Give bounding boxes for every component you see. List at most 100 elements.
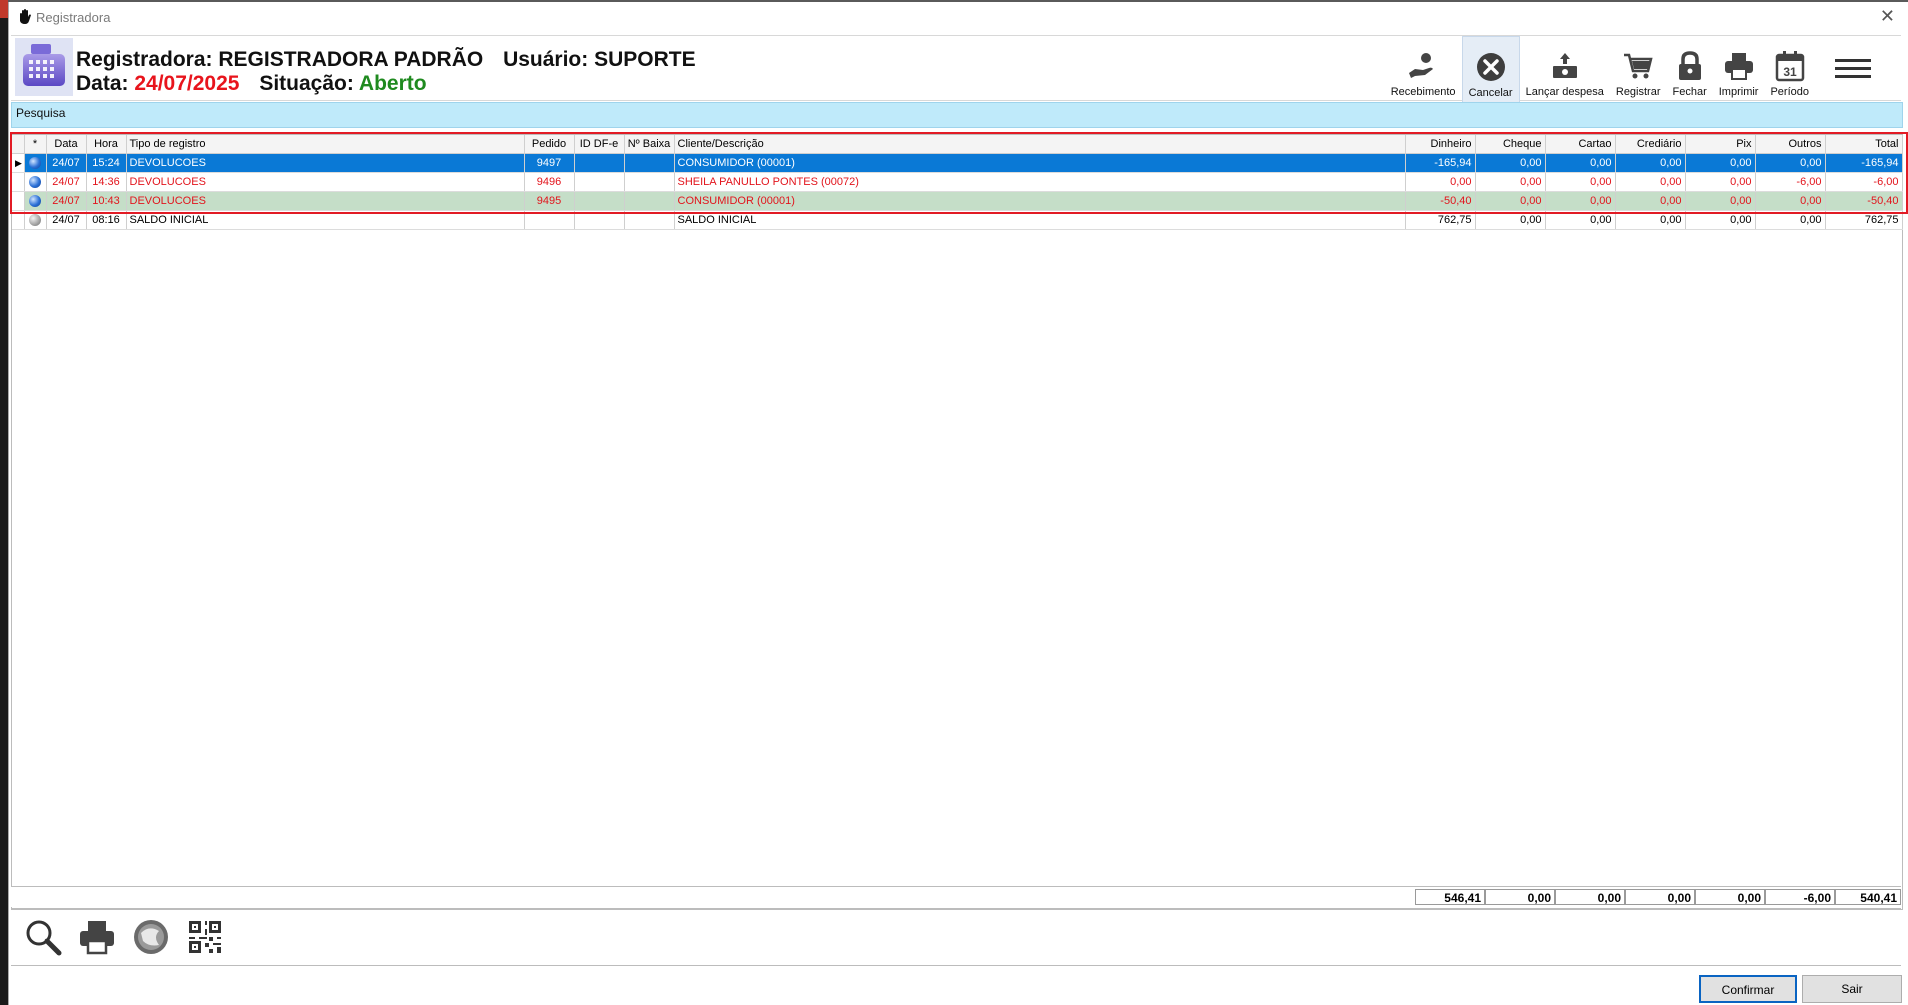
col-cliente[interactable]: Cliente/Descrição bbox=[674, 135, 1406, 154]
hand-coin-icon bbox=[1406, 48, 1440, 84]
table-row[interactable]: ▶ 24/07 15:24 DEVOLUCOES 9497 CONSUMIDOR… bbox=[12, 153, 1903, 173]
recebimento-button[interactable]: Recebimento bbox=[1385, 36, 1462, 102]
lancar-despesa-button[interactable]: Lançar despesa bbox=[1520, 36, 1610, 102]
cell-baixa bbox=[624, 172, 675, 192]
cell-outros: 0,00 bbox=[1755, 191, 1826, 211]
col-total[interactable]: Total bbox=[1825, 135, 1903, 154]
cell-pix: 0,00 bbox=[1685, 172, 1756, 192]
toolbar: Recebimento Cancelar Lançar despesa Regi… bbox=[1385, 36, 1871, 104]
col-pix[interactable]: Pix bbox=[1685, 135, 1756, 154]
registradora-window: Registradora ✕ Registradora: REGISTRADOR… bbox=[8, 2, 1908, 1005]
lancar-despesa-label: Lançar despesa bbox=[1525, 86, 1604, 98]
cancel-circle-icon bbox=[1474, 49, 1508, 85]
register-name: REGISTRADORA PADRÃO bbox=[218, 48, 484, 71]
printer-icon[interactable] bbox=[77, 917, 117, 957]
fechar-button[interactable]: Fechar bbox=[1667, 36, 1713, 102]
background-window-marker bbox=[0, 0, 8, 18]
totals-footer: 546,41 0,00 0,00 0,00 0,00 -6,00 540,41 bbox=[11, 886, 1901, 907]
date-value: 24/07/2025 bbox=[134, 72, 240, 95]
recebimento-label: Recebimento bbox=[1390, 86, 1456, 98]
col-outros[interactable]: Outros bbox=[1755, 135, 1826, 154]
records-table: * Data Hora Tipo de registro Pedido ID D… bbox=[12, 135, 1903, 230]
cell-cheque: 0,00 bbox=[1475, 191, 1546, 211]
date-label: Data: bbox=[76, 72, 129, 95]
status-value: Aberto bbox=[358, 72, 427, 95]
periodo-button[interactable]: 31 Período bbox=[1764, 36, 1815, 102]
row-indicator bbox=[12, 191, 25, 211]
cell-cliente: SALDO INICIAL bbox=[674, 210, 1406, 230]
search-icon[interactable] bbox=[23, 917, 63, 957]
sair-button[interactable]: Sair bbox=[1802, 975, 1902, 1003]
col-status[interactable]: * bbox=[24, 135, 47, 154]
col-tipo[interactable]: Tipo de registro bbox=[126, 135, 525, 154]
confirmar-button[interactable]: Confirmar bbox=[1699, 975, 1797, 1003]
table-row[interactable]: 24/07 08:16 SALDO INICIAL SALDO INICIAL … bbox=[12, 210, 1903, 230]
app-hand-icon bbox=[17, 8, 35, 26]
col-pedido[interactable]: Pedido bbox=[524, 135, 575, 154]
total-crediario: 0,00 bbox=[1625, 889, 1695, 905]
calendar-day: 31 bbox=[1783, 65, 1797, 79]
row-pointer-icon: ▶ bbox=[12, 153, 25, 173]
cell-id-dfe bbox=[574, 153, 625, 173]
cell-hora: 14:36 bbox=[86, 172, 127, 192]
cell-hora: 15:24 bbox=[86, 153, 127, 173]
user-name: SUPORTE bbox=[594, 48, 696, 71]
status-dot-icon bbox=[24, 172, 47, 192]
cell-id-dfe bbox=[574, 172, 625, 192]
cell-id-dfe bbox=[574, 210, 625, 230]
cash-expense-icon bbox=[1548, 48, 1582, 84]
cell-dinheiro: -50,40 bbox=[1405, 191, 1476, 211]
window-close-icon[interactable]: ✕ bbox=[1880, 6, 1895, 27]
status-dot-icon bbox=[24, 191, 47, 211]
bottom-toolbar bbox=[11, 908, 1901, 966]
total-pix: 0,00 bbox=[1695, 889, 1765, 905]
register-date-status: Data: 24/07/2025 Situação: Aberto bbox=[76, 72, 427, 96]
lock-icon bbox=[1673, 48, 1707, 84]
col-id-dfe[interactable]: ID DF-e bbox=[574, 135, 625, 154]
status-dot-icon bbox=[24, 210, 47, 230]
cell-crediario: 0,00 bbox=[1615, 191, 1686, 211]
cell-outros: 0,00 bbox=[1755, 153, 1826, 173]
cell-total: -6,00 bbox=[1825, 172, 1903, 192]
qr-code-icon[interactable] bbox=[185, 917, 225, 957]
cell-total: -165,94 bbox=[1825, 153, 1903, 173]
cart-icon bbox=[1621, 48, 1655, 84]
cell-dinheiro: -165,94 bbox=[1405, 153, 1476, 173]
cell-tipo: DEVOLUCOES bbox=[126, 191, 525, 211]
col-n-baixa[interactable]: Nº Baixa bbox=[624, 135, 675, 154]
cell-hora: 08:16 bbox=[86, 210, 127, 230]
cancelar-button[interactable]: Cancelar bbox=[1461, 36, 1520, 104]
hamburger-menu-icon[interactable] bbox=[1835, 54, 1871, 84]
cell-pedido: 9497 bbox=[524, 153, 575, 173]
title-bar: Registradora ✕ bbox=[9, 2, 1908, 32]
window-title: Registradora bbox=[36, 10, 111, 25]
table-row[interactable]: 24/07 14:36 DEVOLUCOES 9496 SHEILA PANUL… bbox=[12, 172, 1903, 192]
nfe-globe-icon[interactable] bbox=[131, 917, 171, 957]
cell-cartao: 0,00 bbox=[1545, 153, 1616, 173]
col-crediario[interactable]: Crediário bbox=[1615, 135, 1686, 154]
cell-pix: 0,00 bbox=[1685, 153, 1756, 173]
row-indicator bbox=[12, 172, 25, 192]
header-panel: Registradora: REGISTRADORA PADRÃO Usuári… bbox=[11, 35, 1901, 104]
cell-pedido bbox=[524, 210, 575, 230]
cell-data: 24/07 bbox=[46, 172, 87, 192]
cell-cheque: 0,00 bbox=[1475, 172, 1546, 192]
col-dinheiro[interactable]: Dinheiro bbox=[1405, 135, 1476, 154]
search-bar[interactable]: Pesquisa bbox=[11, 102, 1903, 128]
user-label: Usuário: bbox=[503, 48, 589, 71]
table-row[interactable]: 24/07 10:43 DEVOLUCOES 9495 CONSUMIDOR (… bbox=[12, 191, 1903, 211]
cell-cliente: CONSUMIDOR (00001) bbox=[674, 153, 1406, 173]
registrar-button[interactable]: Registrar bbox=[1610, 36, 1667, 102]
col-cheque[interactable]: Cheque bbox=[1475, 135, 1546, 154]
search-label: Pesquisa bbox=[16, 106, 66, 120]
col-data[interactable]: Data bbox=[46, 135, 87, 154]
cell-tipo: DEVOLUCOES bbox=[126, 153, 525, 173]
total-dinheiro: 546,41 bbox=[1415, 889, 1485, 905]
col-hora[interactable]: Hora bbox=[86, 135, 127, 154]
col-cartao[interactable]: Cartao bbox=[1545, 135, 1616, 154]
imprimir-button[interactable]: Imprimir bbox=[1713, 36, 1765, 102]
cell-crediario: 0,00 bbox=[1615, 153, 1686, 173]
status-dot-icon bbox=[24, 153, 47, 173]
imprimir-label: Imprimir bbox=[1718, 86, 1759, 98]
total-cartao: 0,00 bbox=[1555, 889, 1625, 905]
